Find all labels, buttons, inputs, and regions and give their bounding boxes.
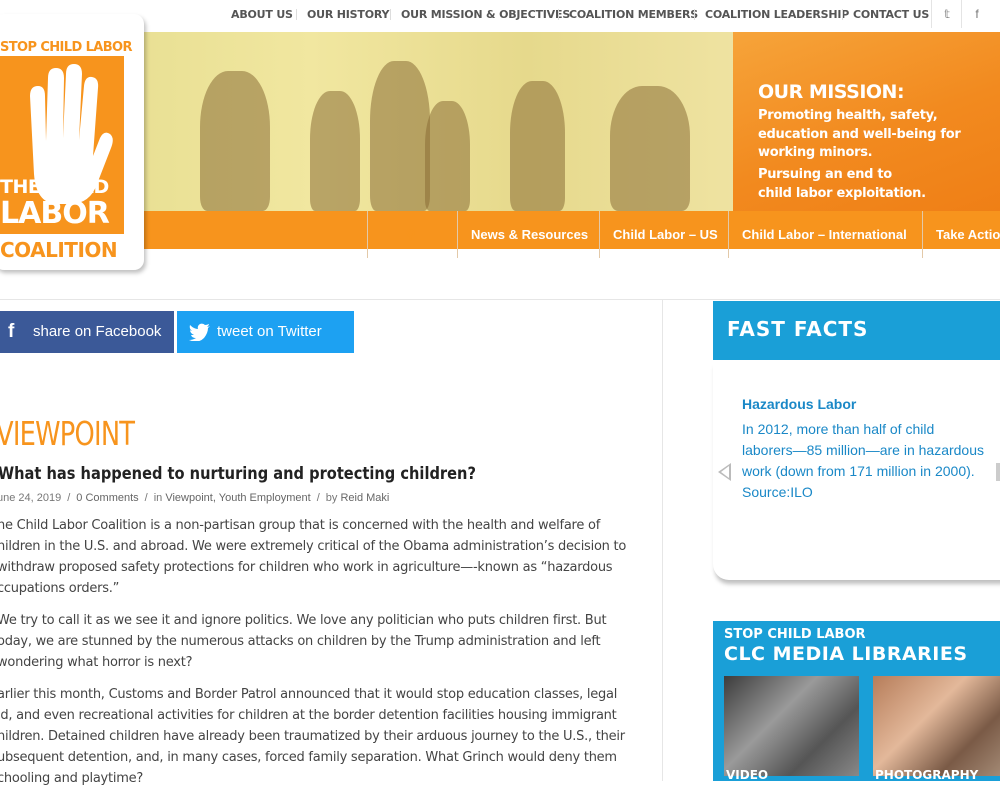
paragraph-line: ubsequent detention, and, in many cases,… — [0, 750, 617, 765]
facebook-link[interactable]: f — [961, 0, 992, 28]
paragraph-line: hildren in the U.S. and abroad. We were … — [0, 539, 627, 554]
logo-hand-box: THE CHILD LABOR — [0, 56, 124, 234]
video-library-image[interactable] — [724, 676, 859, 776]
mission-line: Pursuing an end to — [758, 167, 892, 182]
tweet-twitter-button[interactable]: tweet on Twitter — [177, 311, 354, 353]
previous-fact-arrow-icon[interactable] — [718, 463, 731, 481]
logo-text-the-child: THE CHILD — [0, 176, 109, 198]
post-paragraph: We try to call it as we see it and ignor… — [0, 610, 607, 673]
fact-source: Source:ILO — [742, 484, 813, 500]
share-facebook-label: share on Facebook — [33, 323, 162, 340]
post-paragraph: arlier this month, Customs and Border Pa… — [0, 684, 625, 789]
nav-divider — [296, 9, 297, 20]
logo-text-labor: LABOR — [0, 196, 110, 231]
nav-coalition-members[interactable]: COALITION MEMBERS — [569, 8, 698, 21]
nav-divider — [842, 9, 843, 20]
logo-text-coalition: COALITION — [0, 238, 118, 262]
logo-text-stop: STOP CHILD LABOR — [0, 40, 133, 55]
video-label: VIDEO — [726, 768, 769, 781]
mission-line: child labor exploitation. — [758, 186, 926, 201]
nav-contact-us[interactable]: CONTACT US — [853, 8, 929, 21]
facebook-icon: f — [8, 321, 15, 342]
paragraph-line: withdraw proposed safety protections for… — [0, 560, 613, 575]
paragraph-line: arlier this month, Customs and Border Pa… — [0, 687, 618, 702]
twitter-bird-icon — [189, 323, 210, 341]
menu-label: News & Resources — [471, 227, 589, 242]
fact-text: In 2012, more than half of child laborer… — [742, 419, 992, 503]
nav-coalition-leadership[interactable]: COALITION LEADERSHIP — [705, 8, 849, 21]
photography-library-image[interactable] — [873, 676, 1000, 776]
author-link[interactable]: Reid Maki — [340, 492, 389, 504]
site-logo[interactable]: STOP CHILD LABOR THE CHILD LABOR COALITI… — [0, 14, 144, 270]
media-banner-line1: STOP CHILD LABOR — [724, 627, 866, 642]
menu-label: Child Labor – US — [613, 227, 718, 242]
top-navigation: ABOUT US OUR HISTORY OUR MISSION & OBJEC… — [0, 0, 1000, 28]
nav-mission-objectives[interactable]: OUR MISSION & OBJECTIVES — [401, 8, 570, 21]
mission-line: education and well-being for — [758, 127, 961, 142]
fact-line: work (down from 171 million in 2000). — [742, 463, 975, 479]
facebook-icon: f — [975, 7, 979, 21]
share-facebook-button[interactable]: f share on Facebook — [0, 311, 174, 353]
fact-line: laborers—85 million—are in hazardous — [742, 442, 985, 458]
banner-figure — [370, 61, 430, 211]
post-title[interactable]: What has happened to nurturing and prote… — [0, 464, 476, 484]
menu-child-labor-us[interactable]: Child Labor – US — [599, 211, 729, 258]
fact-line: In 2012, more than half of child — [742, 421, 935, 437]
menu-child-labor-international[interactable]: Child Labor – International — [728, 211, 922, 258]
media-banner-line2: CLC MEDIA LIBRARIES — [724, 643, 968, 665]
nav-divider — [694, 9, 695, 20]
mission-statement: OUR MISSION: Promoting health, safety, e… — [733, 32, 1000, 211]
search-icon: ⚲ — [406, 227, 416, 242]
tweet-twitter-label: tweet on Twitter — [217, 323, 322, 340]
menu-take-action[interactable]: Take Actio — [922, 211, 1000, 258]
banner-figure — [425, 101, 470, 211]
banner-figure — [610, 86, 690, 211]
menu-news-resources[interactable]: News & Resources — [457, 211, 600, 258]
paragraph-line: We try to call it as we see it and ignor… — [0, 613, 607, 628]
nav-our-history[interactable]: OUR HISTORY — [307, 8, 389, 21]
post-paragraph: he Child Labor Coalition is a non-partis… — [0, 515, 627, 599]
paragraph-line: ccupations orders.” — [0, 581, 120, 596]
category-links[interactable]: Viewpoint, Youth Employment — [165, 492, 310, 504]
search-button[interactable]: ⚲ — [367, 211, 457, 258]
paragraph-line: oday, we are stunned by the numerous att… — [0, 634, 601, 649]
post-date: une 24, 2019 — [0, 492, 62, 504]
paragraph-line: hildren. Detained children have already … — [0, 729, 625, 744]
media-libraries-banner[interactable]: STOP CHILD LABOR CLC MEDIA LIBRARIES VID… — [713, 621, 1000, 781]
in-label: in — [153, 492, 163, 504]
banner-figure — [310, 91, 360, 211]
nav-divider — [558, 9, 559, 20]
twitter-icon: 𝕥 — [944, 7, 950, 21]
mission-title: OUR MISSION: — [758, 81, 905, 103]
next-fact-arrow-icon[interactable] — [996, 463, 1000, 481]
fact-title: Hazardous Labor — [742, 396, 857, 412]
twitter-link[interactable]: 𝕥 — [931, 0, 962, 28]
photography-label: PHOTOGRAPHY — [875, 768, 979, 781]
banner-figure — [200, 71, 270, 211]
menu-label: Take Actio — [936, 227, 1000, 242]
post-meta: une 24, 2019/0 Comments / in Viewpoint, Yo… — [0, 492, 389, 504]
banner-figure — [510, 81, 565, 211]
menu-label: Child Labor – International — [742, 227, 907, 242]
sidebar-divider — [662, 300, 663, 781]
category-title: VIEWPOINT — [0, 414, 135, 453]
fast-facts-title: FAST FACTS — [727, 317, 869, 341]
mission-line: Promoting health, safety, — [758, 108, 938, 123]
nav-about-us[interactable]: ABOUT US — [231, 8, 293, 21]
mission-line: working minors. — [758, 145, 873, 160]
paragraph-line: he Child Labor Coalition is a non-partis… — [0, 518, 601, 533]
content-divider — [0, 299, 1000, 300]
fast-facts-header: FAST FACTS — [713, 301, 1000, 360]
paragraph-line: chooling and playtime? — [0, 771, 144, 786]
paragraph-line: wondering what horror is next? — [0, 655, 193, 670]
by-label: by — [325, 492, 338, 504]
nav-divider — [390, 9, 391, 20]
paragraph-line: id, and even recreational activities for… — [0, 708, 617, 723]
comments-link[interactable]: 0 Comments — [76, 492, 138, 504]
